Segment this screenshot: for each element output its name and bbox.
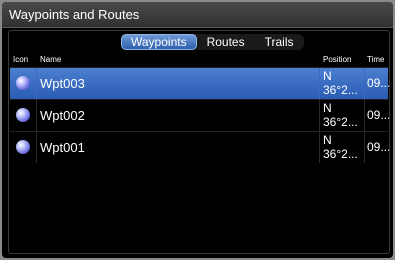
- window-title: Waypoints and Routes: [9, 7, 140, 22]
- waypoint-icon: [16, 108, 30, 122]
- tab-trails[interactable]: Trails: [255, 34, 304, 50]
- title-bar: Waypoints and Routes: [2, 2, 393, 28]
- column-divider: [36, 68, 37, 99]
- position-line-1: N: [323, 101, 332, 115]
- column-header-icon[interactable]: Icon: [13, 55, 28, 64]
- list-panel: Waypoints Routes Trails Icon Name Positi…: [8, 30, 390, 254]
- waypoint-time: 09...: [367, 140, 389, 154]
- waypoint-position: N 36°2...: [323, 133, 363, 161]
- position-line-2: 36°2...: [323, 147, 358, 161]
- column-divider: [319, 100, 320, 131]
- waypoints-routes-dialog: Waypoints and Routes Waypoints Routes Tr…: [2, 2, 393, 258]
- waypoint-name: Wpt002: [40, 108, 85, 123]
- column-divider: [319, 68, 320, 99]
- table-row[interactable]: Wpt003 N 36°2... 09...: [10, 67, 389, 99]
- column-header-time[interactable]: Time: [367, 55, 384, 64]
- waypoint-list: Wpt003 N 36°2... 09... Wpt002 N 36°2...: [10, 67, 389, 163]
- position-line-2: 36°2...: [323, 115, 358, 129]
- waypoint-time: 09...: [367, 76, 389, 90]
- tab-routes[interactable]: Routes: [197, 34, 255, 50]
- position-line-2: 36°2...: [323, 83, 358, 97]
- column-divider: [364, 132, 365, 163]
- waypoint-position: N 36°2...: [323, 69, 363, 97]
- column-divider: [36, 100, 37, 131]
- column-header-position[interactable]: Position: [323, 55, 351, 64]
- table-row[interactable]: Wpt001 N 36°2... 09...: [10, 131, 389, 163]
- waypoint-name: Wpt003: [40, 76, 85, 91]
- tab-waypoints[interactable]: Waypoints: [121, 34, 197, 50]
- table-header: Icon Name Position Time: [10, 53, 388, 67]
- waypoint-icon: [16, 140, 30, 154]
- position-line-1: N: [323, 69, 332, 83]
- waypoint-icon: [16, 76, 30, 90]
- waypoint-position: N 36°2...: [323, 101, 363, 129]
- waypoint-name: Wpt001: [40, 140, 85, 155]
- column-divider: [364, 100, 365, 131]
- tab-bar: Waypoints Routes Trails: [121, 34, 304, 50]
- column-divider: [36, 132, 37, 163]
- column-divider: [364, 68, 365, 99]
- position-line-1: N: [323, 133, 332, 147]
- waypoint-time: 09...: [367, 108, 389, 122]
- table-row[interactable]: Wpt002 N 36°2... 09...: [10, 99, 389, 131]
- column-header-name[interactable]: Name: [40, 55, 61, 64]
- column-divider: [319, 132, 320, 163]
